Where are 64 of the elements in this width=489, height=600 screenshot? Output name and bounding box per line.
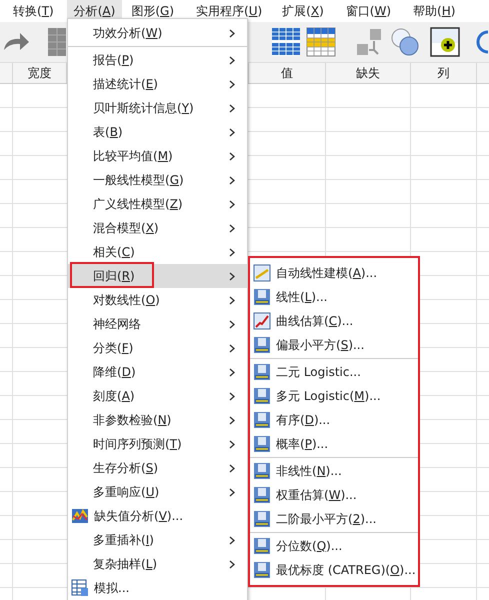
regression-icon <box>253 336 271 354</box>
menu-entry[interactable]: 缺失值分析(V)... <box>68 504 247 528</box>
menu-entry[interactable]: 神经网络 <box>68 312 247 336</box>
menu-entry[interactable]: 广义线性模型(Z) <box>68 192 247 216</box>
menu-entry[interactable]: 一般线性模型(G) <box>68 168 247 192</box>
curve-chart-icon <box>253 312 271 330</box>
menu-item[interactable]: 窗口(W) <box>338 0 398 22</box>
menu-entry[interactable]: 有序(D)... <box>250 408 418 432</box>
menu-item[interactable]: 转换(T) <box>6 0 61 22</box>
menu-entry[interactable]: 多重插补(I) <box>68 528 247 552</box>
menu-entry[interactable]: 混合模型(X) <box>68 216 247 240</box>
split-icon[interactable] <box>356 28 382 56</box>
menu-item[interactable]: 图形(G) <box>124 0 181 22</box>
menu-entry[interactable]: 模拟... <box>68 576 247 600</box>
line-chart-icon <box>253 264 271 282</box>
menu-entry[interactable]: 时间序列预测(T) <box>68 432 247 456</box>
menu-entry[interactable]: 非线性(N)... <box>250 459 418 483</box>
regression-icon <box>253 510 271 528</box>
regression-icon <box>253 387 271 405</box>
regression-icon <box>253 486 271 504</box>
circles-icon[interactable] <box>390 27 420 57</box>
menu-entry[interactable]: 二阶最小平方(2)... <box>250 507 418 531</box>
regression-icon <box>253 288 271 306</box>
regression-icon <box>253 537 271 555</box>
menu-entry[interactable]: 报告(P) <box>68 48 247 72</box>
menu-item[interactable]: 实用程序(U) <box>189 0 270 22</box>
menu-entry[interactable]: 表(B) <box>68 120 247 144</box>
regression-icon <box>253 411 271 429</box>
menu-entry[interactable]: 分类(F) <box>68 336 247 360</box>
regression-icon <box>253 462 271 480</box>
menu-entry[interactable]: 贝叶斯统计信息(Y) <box>68 96 247 120</box>
column-header: 宽度 <box>12 63 66 83</box>
menu-entry[interactable]: 降维(D) <box>68 360 247 384</box>
menu-entry[interactable]: 偏最小平方(S)... <box>250 333 418 357</box>
table-icon <box>71 579 89 597</box>
menu-entry[interactable]: 刻度(A) <box>68 384 247 408</box>
menu-entry[interactable]: 分位数(Q)... <box>250 534 418 558</box>
chart-icon <box>71 507 89 525</box>
menu-entry[interactable]: 概率(P)... <box>250 432 418 456</box>
menu-entry[interactable]: 二元 Logistic... <box>250 360 418 384</box>
menu-entry[interactable]: 对数线性(O) <box>68 288 247 312</box>
regression-icon <box>253 363 271 381</box>
menu-entry[interactable]: 生存分析(S) <box>68 456 247 480</box>
menu-entry[interactable]: 多重响应(U) <box>68 480 247 504</box>
column-header: 缺失 <box>325 63 410 83</box>
menu-entry[interactable]: 权重估算(W)... <box>250 483 418 507</box>
menu-entry[interactable]: 最优标度 (CATREG)(O)... <box>250 558 418 582</box>
menu-entry[interactable]: 多元 Logistic(M)... <box>250 384 418 408</box>
regression-icon <box>253 561 271 579</box>
menu-entry[interactable]: 比较平均值(M) <box>68 144 247 168</box>
menu-entry[interactable]: 自动线性建模(A)... <box>250 261 418 285</box>
column-header: 列 <box>410 63 476 83</box>
add-icon[interactable] <box>430 27 460 57</box>
menu-entry[interactable]: 相关(C) <box>68 240 247 264</box>
menu-entry[interactable]: 回归(R) <box>68 264 247 288</box>
menu-entry[interactable]: 线性(L)... <box>250 285 418 309</box>
table-icon[interactable] <box>306 27 336 57</box>
menu-entry[interactable]: 曲线估算(C)... <box>250 309 418 333</box>
menu-entry[interactable]: 复杂抽样(L) <box>68 552 247 576</box>
menu-item[interactable]: 帮助(H) <box>406 0 462 22</box>
menu-entry[interactable]: 描述统计(E) <box>68 72 247 96</box>
regression-icon <box>253 435 271 453</box>
menu-item[interactable]: 扩展(X) <box>275 0 331 22</box>
menu-entry[interactable]: 非参数检验(N) <box>68 408 247 432</box>
